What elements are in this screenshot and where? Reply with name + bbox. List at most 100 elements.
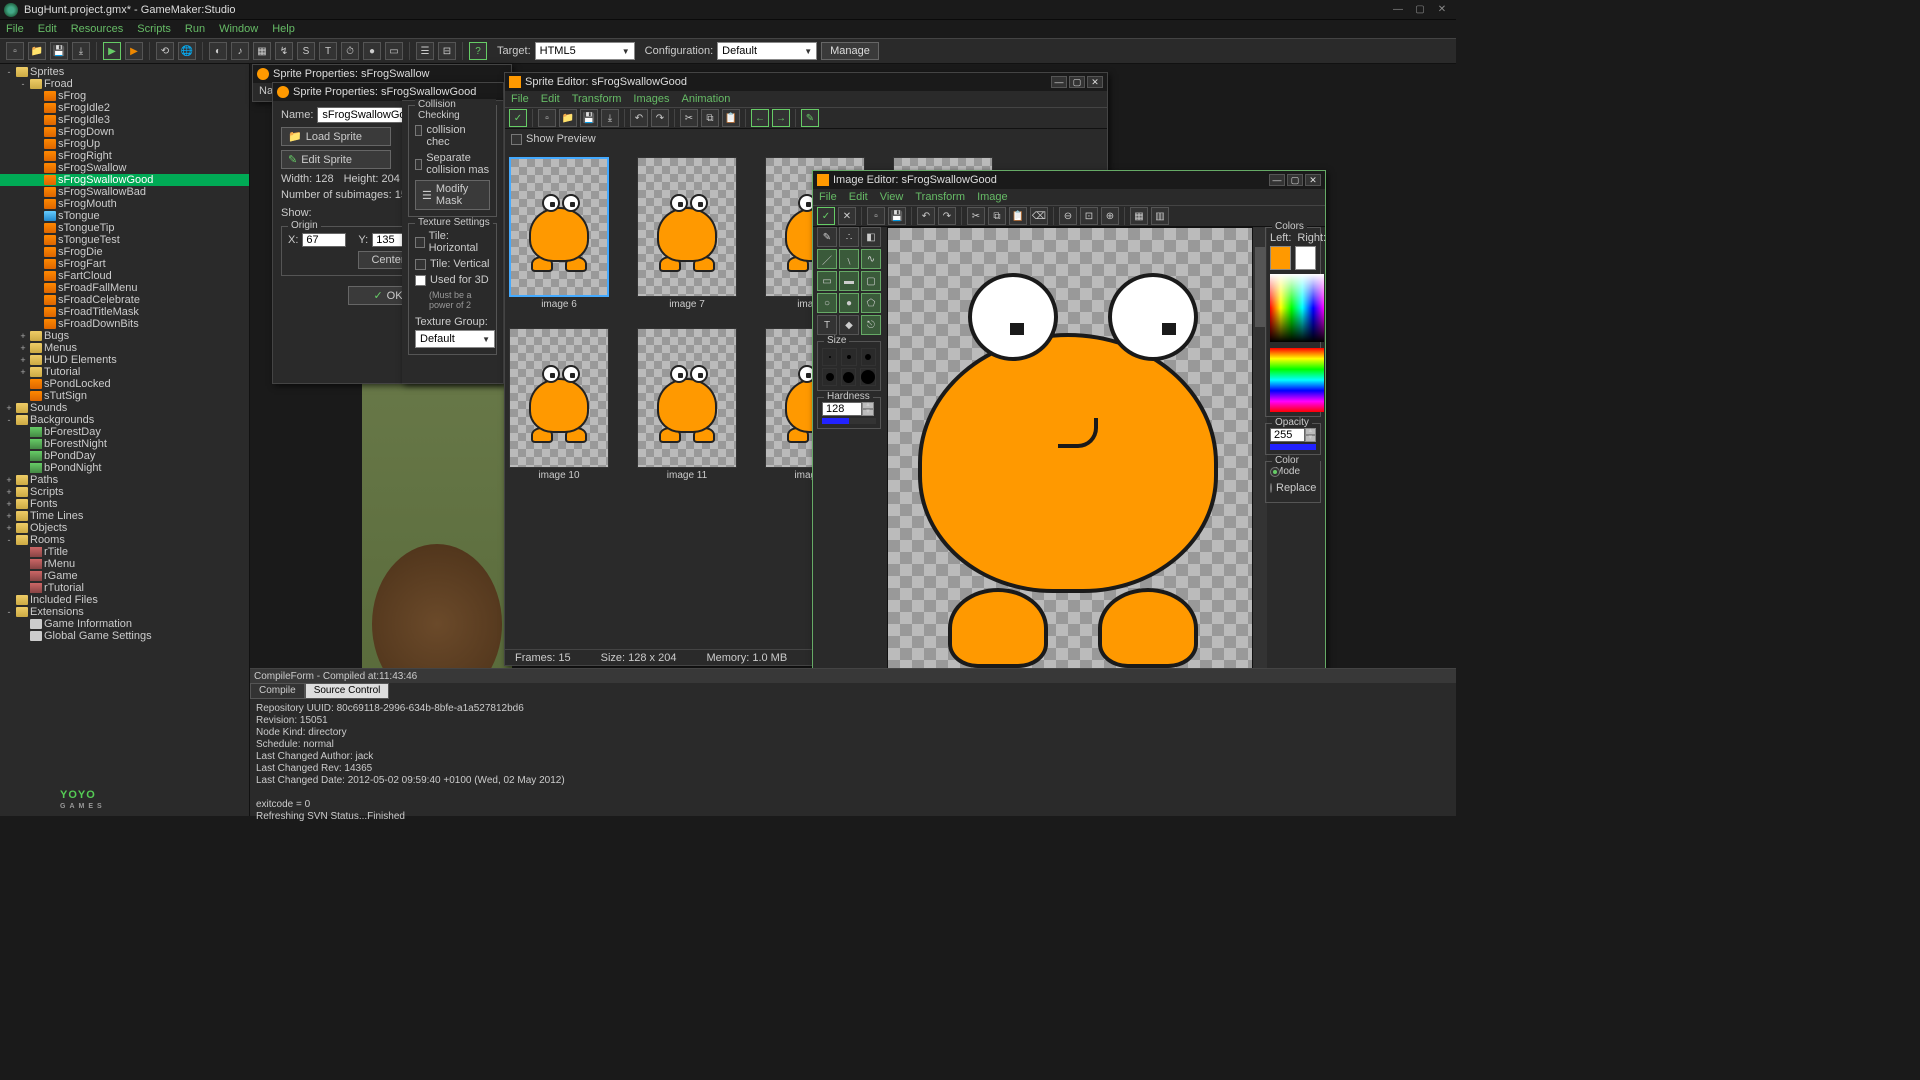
tree-item[interactable]: sFrogIdle2 [0, 102, 249, 114]
tree-item[interactable]: sFrog [0, 90, 249, 102]
polygon-tool[interactable]: ⬠ [861, 293, 881, 313]
create-sprite-button[interactable]: ◐ [209, 42, 227, 60]
help-button[interactable]: ? [469, 42, 487, 60]
tree-item[interactable]: sFrogFart [0, 258, 249, 270]
hardness-down[interactable]: ▼ [862, 409, 874, 416]
ie-preview-button[interactable]: ▥ [1151, 207, 1169, 225]
fill-tool[interactable]: ◆ [839, 315, 859, 335]
tree-item[interactable]: sFrogRight [0, 150, 249, 162]
create-sound-button[interactable]: ♪ [231, 42, 249, 60]
brush-size-2[interactable] [841, 348, 856, 366]
ie-redo-button[interactable]: ↷ [938, 207, 956, 225]
ie-clear-button[interactable]: ⌫ [1030, 207, 1048, 225]
se-menu-images[interactable]: Images [633, 93, 669, 105]
tree-item[interactable]: sFrogUp [0, 138, 249, 150]
ie-close-button[interactable]: ✕ [1305, 174, 1321, 186]
tree-item[interactable]: +HUD Elements [0, 354, 249, 366]
ie-new-button[interactable]: ▫ [867, 207, 885, 225]
debug-button[interactable]: ▶ [125, 42, 143, 60]
ie-minimize-button[interactable]: — [1269, 174, 1285, 186]
compile-tab[interactable]: Compile [250, 683, 305, 699]
load-sprite-button[interactable]: 📁Load Sprite [281, 127, 391, 146]
tree-item[interactable]: Global Game Settings [0, 630, 249, 642]
tree-item[interactable]: sTongueTip [0, 222, 249, 234]
brush-size-6[interactable] [860, 368, 876, 386]
save-button[interactable]: 💾 [50, 42, 68, 60]
stop-button[interactable]: ⟲ [156, 42, 174, 60]
se-open-button[interactable]: 📁 [559, 109, 577, 127]
tile-horizontal-checkbox[interactable]: Tile: Horizontal [415, 230, 490, 254]
tree-item[interactable]: sFroadDownBits [0, 318, 249, 330]
text-tool[interactable]: T [817, 315, 837, 335]
ie-menu-file[interactable]: File [819, 191, 837, 203]
menu-file[interactable]: File [6, 23, 24, 35]
ie-zoomfit-button[interactable]: ⊡ [1080, 207, 1098, 225]
se-ok-button[interactable]: ✓ [509, 109, 527, 127]
menu-window[interactable]: Window [219, 23, 258, 35]
tree-item[interactable]: sFroadTitleMask [0, 306, 249, 318]
se-menu-edit[interactable]: Edit [541, 93, 560, 105]
ie-ok-button[interactable]: ✓ [817, 207, 835, 225]
se-maximize-button[interactable]: ▢ [1069, 76, 1085, 88]
pencil-tool[interactable]: ✎ [817, 227, 837, 247]
tree-item[interactable]: sFrogIdle3 [0, 114, 249, 126]
tree-item[interactable]: rMenu [0, 558, 249, 570]
tree-item[interactable]: -Backgrounds [0, 414, 249, 426]
ie-menu-view[interactable]: View [880, 191, 904, 203]
tree-item[interactable]: +Scripts [0, 486, 249, 498]
tree-item[interactable]: rTutorial [0, 582, 249, 594]
se-save-button[interactable]: 💾 [580, 109, 598, 127]
resource-tree[interactable]: -Sprites-FroadsFrogsFrogIdle2sFrogIdle3s… [0, 64, 250, 816]
tile-vertical-checkbox[interactable]: Tile: Vertical [415, 258, 490, 270]
se-undo-button[interactable]: ↶ [630, 109, 648, 127]
line2-tool[interactable]: ﹨ [839, 249, 859, 269]
brush-size-1[interactable] [822, 348, 837, 366]
tree-item[interactable]: rGame [0, 570, 249, 582]
target-select[interactable]: HTML5▼ [535, 42, 635, 60]
se-cut-button[interactable]: ✂ [680, 109, 698, 127]
ie-save-button[interactable]: 💾 [888, 207, 906, 225]
fillrect-tool[interactable]: ▬ [839, 271, 859, 291]
create-font-button[interactable]: T [319, 42, 337, 60]
tree-item[interactable]: Included Files [0, 594, 249, 606]
se-close-button[interactable]: ✕ [1087, 76, 1103, 88]
used-3d-checkbox[interactable]: Used for 3D [415, 274, 490, 286]
rect-tool[interactable]: ▭ [817, 271, 837, 291]
menu-help[interactable]: Help [272, 23, 295, 35]
tree-item[interactable]: bPondNight [0, 462, 249, 474]
open-project-button[interactable]: 📁 [28, 42, 46, 60]
opacity-slider[interactable] [1270, 444, 1316, 450]
image-editor-window[interactable]: Image Editor: sFrogSwallowGood —▢✕ File … [812, 170, 1326, 722]
minimize-button[interactable]: — [1388, 3, 1408, 17]
tree-item[interactable]: sTutSign [0, 390, 249, 402]
texture-group-select[interactable]: Default▼ [415, 330, 495, 348]
tree-item[interactable]: +Bugs [0, 330, 249, 342]
web-button[interactable]: 🌐 [178, 42, 196, 60]
menu-run[interactable]: Run [185, 23, 205, 35]
eraser-tool[interactable]: ◧ [861, 227, 881, 247]
hue-picker[interactable] [1270, 348, 1324, 412]
roundrect-tool[interactable]: ▢ [861, 271, 881, 291]
menu-resources[interactable]: Resources [71, 23, 124, 35]
color-palette[interactable] [1270, 274, 1324, 342]
se-new-button[interactable]: ▫ [538, 109, 556, 127]
se-minimize-button[interactable]: — [1051, 76, 1067, 88]
picker-tool[interactable]: ⎋ [861, 315, 881, 335]
tree-item[interactable]: -Froad [0, 78, 249, 90]
tree-item[interactable]: +Sounds [0, 402, 249, 414]
settings-button[interactable]: ☰ [416, 42, 434, 60]
opacity-down[interactable]: ▼ [1305, 435, 1316, 442]
brush-size-5[interactable] [841, 368, 856, 386]
se-copy-button[interactable]: ⧉ [701, 109, 719, 127]
brush-size-3[interactable] [861, 348, 876, 366]
tree-item[interactable]: rTitle [0, 546, 249, 558]
run-button[interactable]: ▶ [103, 42, 121, 60]
create-timeline-button[interactable]: ⏱ [341, 42, 359, 60]
tree-item[interactable]: bPondDay [0, 450, 249, 462]
ie-zoomout-button[interactable]: ⊖ [1059, 207, 1077, 225]
tree-item[interactable]: +Menus [0, 342, 249, 354]
ie-undo-button[interactable]: ↶ [917, 207, 935, 225]
se-redo-button[interactable]: ↷ [651, 109, 669, 127]
ie-grid-button[interactable]: ▦ [1130, 207, 1148, 225]
create-background-button[interactable]: ▦ [253, 42, 271, 60]
